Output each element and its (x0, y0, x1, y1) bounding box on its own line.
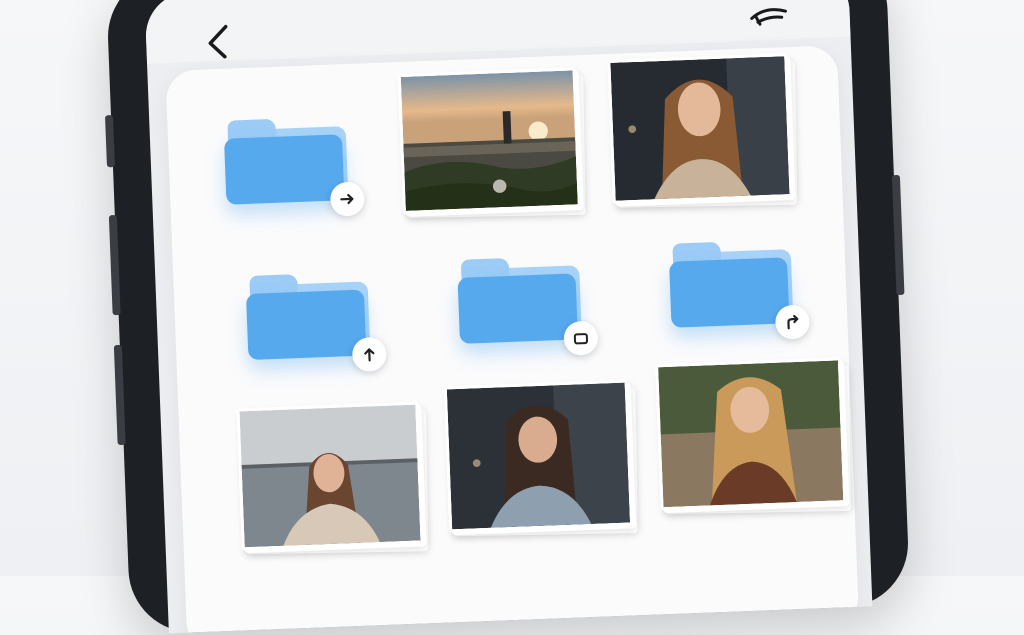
upload-arrow-icon (364, 348, 375, 362)
menu-icon (750, 8, 787, 26)
menu-button[interactable] (745, 1, 794, 33)
folder-item[interactable] (668, 239, 811, 340)
folder-icon (669, 257, 790, 328)
folder-badge[interactable] (351, 336, 388, 373)
folder-icon (245, 289, 367, 361)
folder-badge[interactable] (329, 181, 366, 217)
phone-volume-down-button (113, 344, 126, 446)
folder-icon (223, 134, 345, 205)
photo-tile[interactable] (236, 401, 429, 555)
folder-icon (457, 273, 578, 344)
share-arrow-icon (787, 314, 799, 330)
folder-item[interactable] (457, 255, 599, 356)
phone-screen (144, 0, 873, 634)
arrow-right-icon (340, 193, 354, 205)
phone-side-button (104, 115, 115, 168)
phone-frame (104, 0, 911, 635)
lake-portrait-photo (236, 401, 424, 551)
folder-item[interactable] (245, 271, 388, 373)
field-portrait-photo (654, 357, 847, 511)
rounded-square-icon (573, 333, 589, 345)
photo-tile[interactable] (607, 53, 798, 208)
phone-volume-up-button (108, 214, 121, 316)
file-grid-sheet (165, 45, 860, 634)
folder-item[interactable] (223, 116, 366, 217)
back-button[interactable] (195, 20, 241, 66)
photo-tile[interactable] (397, 67, 586, 218)
city-skyline-photo (397, 67, 581, 214)
folder-badge[interactable] (774, 304, 811, 340)
photo-tile[interactable] (443, 379, 638, 537)
phone-power-button (891, 174, 905, 296)
portrait-photo (607, 53, 793, 204)
folder-badge[interactable] (563, 320, 599, 356)
back-arrow-icon (208, 24, 228, 59)
photo-tile[interactable] (654, 357, 852, 515)
denim-portrait-photo (443, 379, 634, 533)
